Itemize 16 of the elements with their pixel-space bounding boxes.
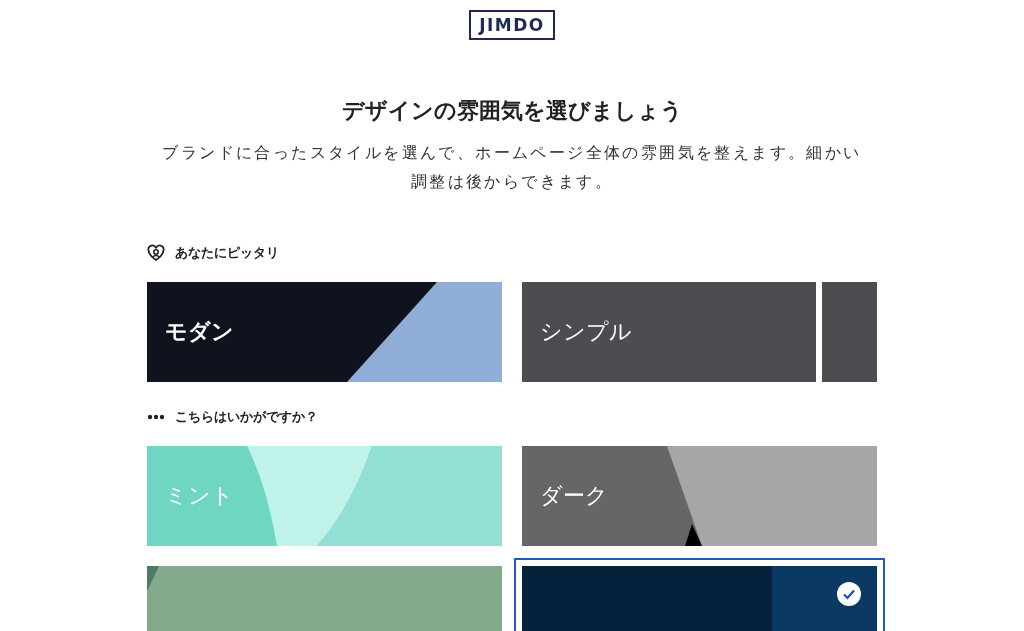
- jimdo-logo[interactable]: JIMDO: [469, 10, 555, 40]
- checkmark-icon: [837, 582, 861, 606]
- card-pattern-drawing: [147, 566, 159, 591]
- style-name: モダン: [165, 318, 234, 346]
- style-card[interactable]: シンプル: [522, 282, 877, 382]
- style-name: シンプル: [540, 318, 632, 346]
- page-description: ブランドに合ったスタイルを選んで、ホームページ全体の雰囲気を整えます。細かい調整は後からできます。: [161, 142, 863, 193]
- style-card[interactable]: モダン: [147, 282, 502, 382]
- section-heading: あなたにピッタリ: [175, 244, 279, 262]
- section-heading: こちらはいかがですか？: [175, 408, 318, 426]
- more-dots-icon: [147, 414, 165, 420]
- style-name: ミント: [165, 482, 234, 510]
- page-title: デザインの雰囲気を選びましょう: [341, 97, 683, 125]
- heart-face-icon: [147, 244, 165, 262]
- style-name: ダーク: [540, 482, 608, 510]
- style-card[interactable]: ダーク: [522, 446, 877, 546]
